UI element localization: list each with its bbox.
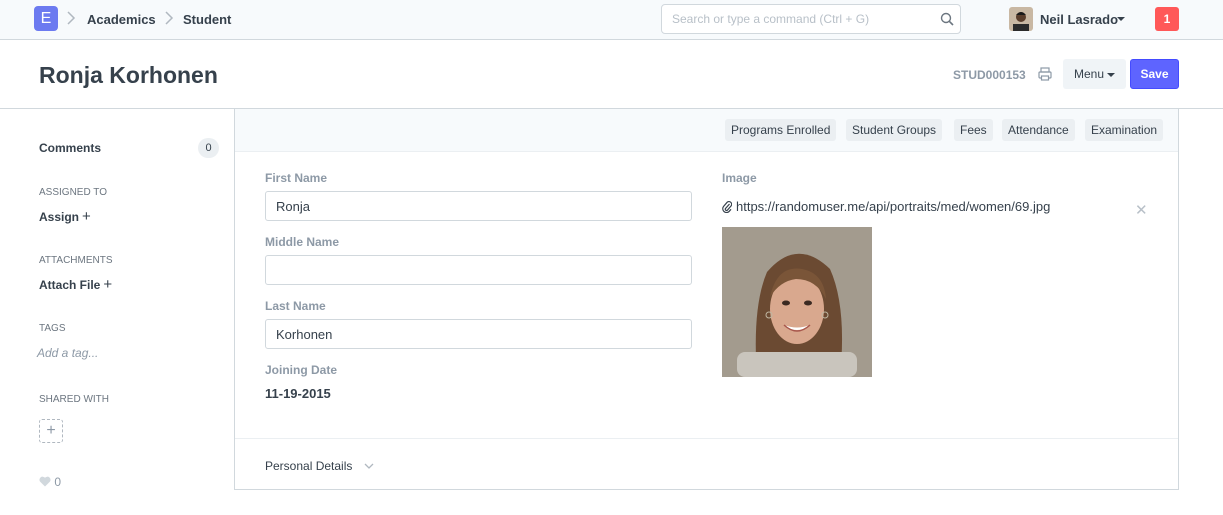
notification-badge[interactable]: 1 bbox=[1155, 7, 1179, 31]
likes[interactable]: 0 bbox=[39, 475, 61, 490]
plus-icon: + bbox=[103, 276, 113, 293]
joining-date-value: 11-19-2015 bbox=[265, 386, 331, 401]
image-url: https://randomuser.me/api/portraits/med/… bbox=[736, 199, 1051, 214]
first-name-label: First Name bbox=[265, 171, 328, 185]
comments-label[interactable]: Comments bbox=[39, 141, 101, 155]
page-title: Ronja Korhonen bbox=[39, 62, 218, 88]
attachments-heading: ATTACHMENTS bbox=[39, 255, 113, 266]
section-divider bbox=[235, 438, 1178, 439]
breadcrumb-chevron-icon bbox=[164, 10, 174, 29]
last-name-label: Last Name bbox=[265, 299, 326, 313]
assigned-to-heading: ASSIGNED TO bbox=[39, 187, 107, 198]
middle-name-label: Middle Name bbox=[265, 235, 340, 249]
tags-heading: TAGS bbox=[39, 323, 66, 334]
close-icon[interactable]: ✕ bbox=[1135, 201, 1148, 219]
breadcrumb-student[interactable]: Student bbox=[183, 12, 231, 27]
section-personal-details-label: Personal Details bbox=[265, 459, 353, 473]
comments-count-badge: 0 bbox=[198, 138, 219, 158]
heart-icon bbox=[39, 476, 51, 490]
print-icon[interactable] bbox=[1037, 66, 1053, 82]
last-name-field[interactable] bbox=[265, 319, 692, 349]
link-programs-enrolled[interactable]: Programs Enrolled bbox=[725, 119, 837, 141]
save-button[interactable]: Save bbox=[1130, 59, 1179, 89]
chevron-down-icon[interactable] bbox=[1117, 17, 1125, 21]
avatar[interactable] bbox=[1009, 7, 1033, 31]
middle-name-field[interactable] bbox=[265, 255, 692, 285]
image-label: Image bbox=[722, 171, 757, 185]
image-attachment-link[interactable]: https://randomuser.me/api/portraits/med/… bbox=[722, 199, 1050, 216]
menu-button[interactable]: Menu bbox=[1063, 59, 1126, 89]
assign-button[interactable]: Assign + bbox=[39, 208, 91, 225]
attach-file-button[interactable]: Attach File + bbox=[39, 276, 112, 293]
chevron-down-icon bbox=[364, 458, 374, 472]
first-name-field[interactable] bbox=[265, 191, 692, 221]
assign-label: Assign bbox=[39, 210, 80, 224]
plus-icon: + bbox=[82, 208, 91, 225]
menu-button-label: Menu bbox=[1073, 67, 1105, 81]
link-student-groups[interactable]: Student Groups bbox=[846, 119, 943, 141]
joining-date-label: Joining Date bbox=[265, 363, 338, 377]
navbar: E Academics Student Neil Lasrado 1 bbox=[0, 0, 1223, 40]
user-name[interactable]: Neil Lasrado bbox=[1040, 12, 1118, 27]
app-logo[interactable]: E bbox=[34, 6, 58, 31]
add-share-button[interactable]: + bbox=[39, 419, 63, 443]
breadcrumb-chevron-icon bbox=[66, 10, 76, 29]
awesome-bar bbox=[661, 4, 961, 34]
search-input[interactable] bbox=[672, 5, 932, 33]
shared-with-heading: SHARED WITH bbox=[39, 394, 109, 405]
page-head: Ronja Korhonen STUD000153 Menu Save bbox=[0, 40, 1223, 109]
add-tag-input[interactable]: Add a tag... bbox=[37, 346, 98, 360]
link-fees[interactable]: Fees bbox=[954, 119, 993, 141]
link-attendance[interactable]: Attendance bbox=[1002, 119, 1075, 141]
chevron-down-icon bbox=[1107, 72, 1116, 77]
search-icon[interactable] bbox=[940, 12, 954, 26]
like-count: 0 bbox=[54, 475, 62, 489]
breadcrumb-academics[interactable]: Academics bbox=[87, 12, 156, 27]
section-personal-details[interactable]: Personal Details bbox=[265, 458, 374, 473]
form-links-bar: Programs Enrolled Student Groups Fees At… bbox=[235, 109, 1178, 152]
attach-file-label: Attach File bbox=[39, 278, 101, 292]
document-id: STUD000153 bbox=[953, 68, 1026, 82]
student-photo bbox=[722, 227, 872, 377]
link-examination[interactable]: Examination bbox=[1085, 119, 1164, 141]
form-card: Programs Enrolled Student Groups Fees At… bbox=[234, 109, 1179, 490]
paperclip-icon bbox=[722, 200, 733, 216]
